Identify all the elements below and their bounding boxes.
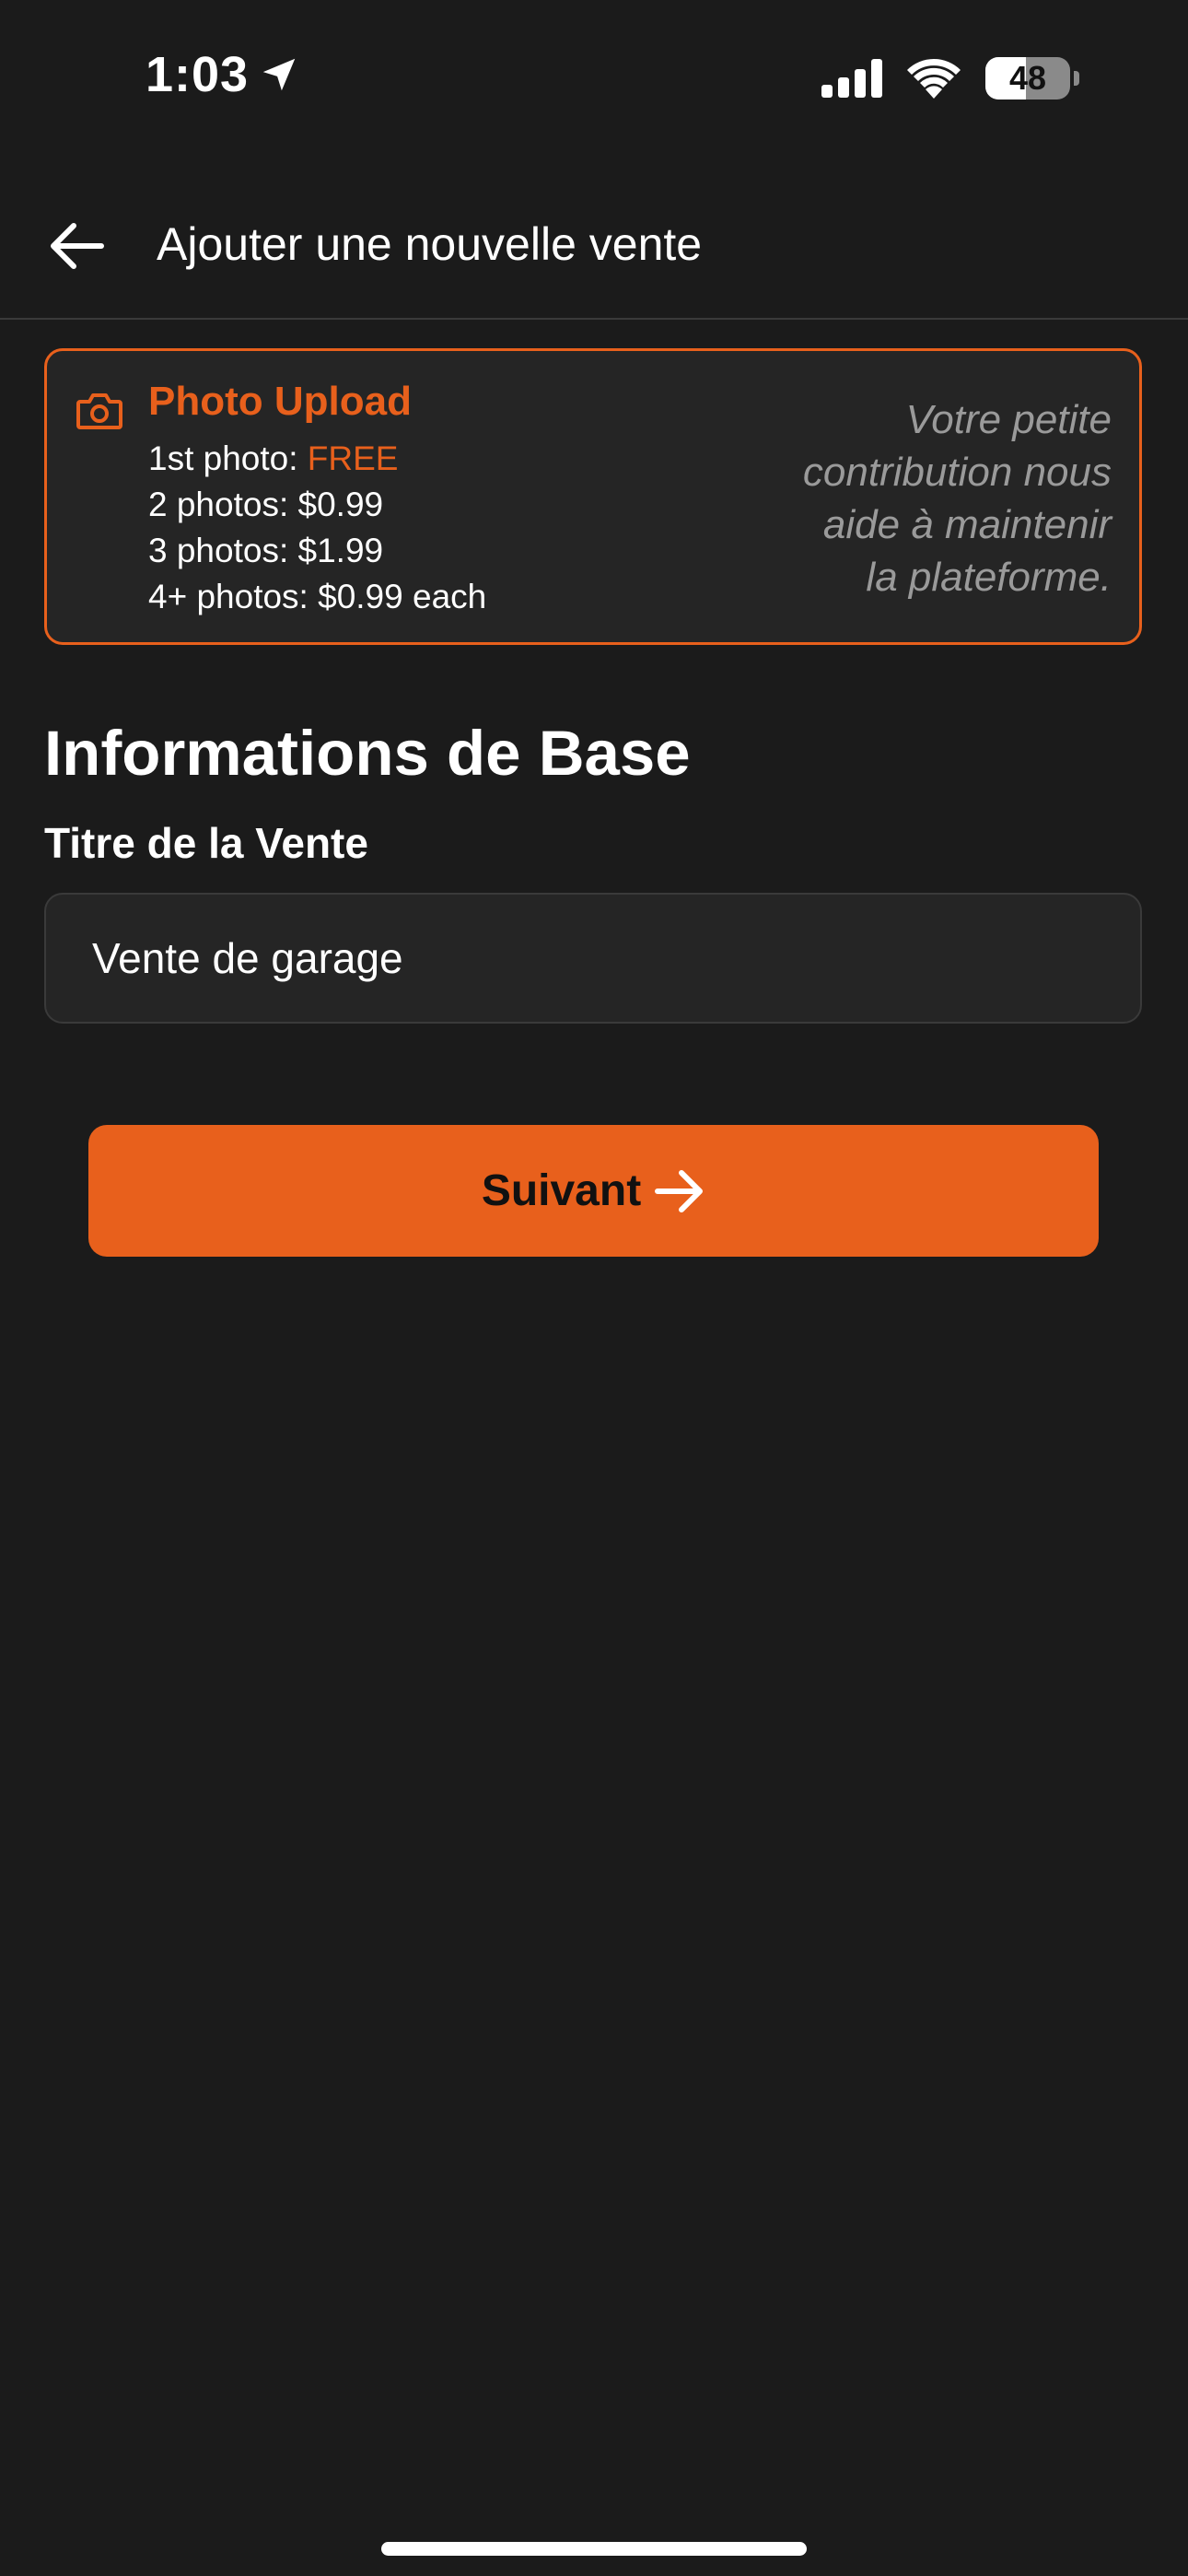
price-label: 3 photos: (148, 532, 298, 569)
price-value: $1.99 (297, 532, 384, 569)
price-value-free: FREE (307, 439, 399, 477)
contribution-note-line: la plateforme. (866, 555, 1112, 600)
contribution-note-line: contribution nous (802, 450, 1112, 495)
section-title: Informations de Base (44, 718, 691, 789)
contribution-note-line: Votre petite (905, 397, 1112, 442)
status-time-text: 1:03 (146, 47, 250, 102)
wifi-icon (907, 58, 961, 99)
contribution-note-line: aide à maintenir (822, 502, 1112, 547)
sale-title-input[interactable] (44, 893, 1142, 1024)
price-value: $0.99 each (318, 578, 487, 615)
price-value: $0.99 (297, 486, 384, 523)
price-label: 1st photo: (148, 439, 308, 477)
location-arrow-icon (262, 58, 296, 91)
sale-title-label: Titre de la Vente (44, 819, 368, 867)
price-item-2: 2 photos: $0.99 (148, 482, 486, 528)
photo-price-list: 1st photo: FREE 2 photos: $0.99 3 photos… (148, 436, 486, 620)
app-header: Ajouter une nouvelle vente (0, 180, 1188, 320)
price-item-3: 3 photos: $1.99 (148, 528, 486, 574)
price-item-1: 1st photo: FREE (148, 436, 486, 482)
arrow-right-icon (655, 1169, 704, 1212)
photo-upload-card: Photo Upload 1st photo: FREE 2 photos: $… (44, 348, 1142, 645)
price-item-4: 4+ photos: $0.99 each (148, 574, 486, 620)
cellular-signal-icon (821, 59, 882, 98)
status-indicators: 48 (821, 57, 1079, 100)
battery-icon: 48 (985, 57, 1079, 100)
price-label: 2 photos: (148, 486, 298, 523)
camera-icon (76, 393, 122, 429)
status-bar: 1:03 48 (0, 0, 1188, 157)
next-button[interactable]: Suivant (88, 1125, 1099, 1257)
price-label: 4+ photos: (148, 578, 319, 615)
status-time: 1:03 (146, 46, 300, 103)
next-button-label: Suivant (481, 1166, 642, 1215)
page-title: Ajouter une nouvelle vente (157, 218, 703, 270)
home-indicator[interactable] (381, 2542, 807, 2556)
contribution-note: Votre petite contribution nous aide à ma… (688, 393, 1112, 603)
battery-level: 48 (1008, 59, 1047, 97)
arrow-left-icon (51, 223, 104, 269)
battery-nub (1074, 71, 1079, 86)
photo-upload-title: Photo Upload (148, 379, 412, 424)
back-button[interactable] (37, 205, 118, 287)
battery-body: 48 (985, 57, 1070, 100)
